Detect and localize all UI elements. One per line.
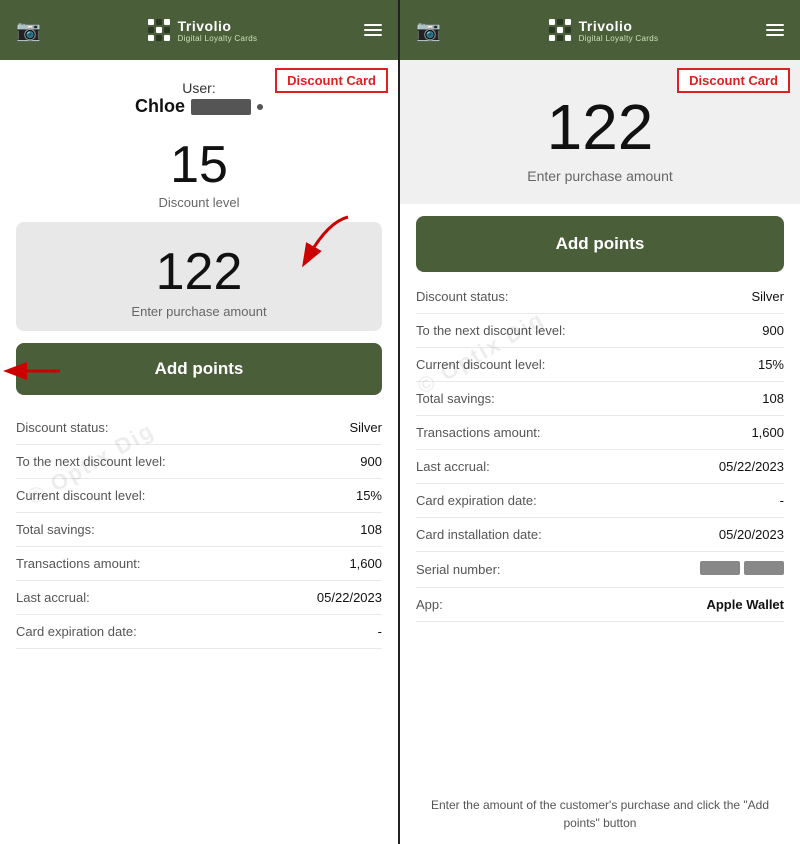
right-menu-button[interactable] <box>766 24 784 36</box>
info-row-value: - <box>780 493 784 508</box>
info-row-label: Discount status: <box>16 420 109 435</box>
right-logo: Trivolio Digital Loyalty Cards <box>549 18 659 43</box>
discount-level-value: 15 <box>0 127 398 195</box>
info-row: To the next discount level: 900 <box>16 445 382 479</box>
logo-text: Trivolio Digital Loyalty Cards <box>178 18 258 43</box>
info-row-label: Serial number: <box>416 562 501 577</box>
info-row-value: 05/20/2023 <box>719 527 784 542</box>
info-row-value: 15% <box>758 357 784 372</box>
info-row-value: 900 <box>762 323 784 338</box>
camera-icon: 📷 <box>16 18 41 43</box>
info-row-value: 05/22/2023 <box>719 459 784 474</box>
info-row-value: 108 <box>762 391 784 406</box>
right-logo-grid-icon <box>549 19 571 41</box>
info-row-label: Card expiration date: <box>16 624 137 639</box>
app-value: Apple Wallet <box>706 597 784 612</box>
add-points-section: Add points <box>0 343 398 411</box>
info-row: Total savings: 108 <box>16 513 382 547</box>
info-row-value <box>700 561 784 578</box>
info-row: Discount status: Silver <box>16 411 382 445</box>
info-row-value: 108 <box>360 522 382 537</box>
info-row-value: 1,600 <box>349 556 382 571</box>
add-points-button[interactable]: Add points <box>16 343 382 395</box>
info-row-label: Transactions amount: <box>16 556 141 571</box>
app-subtitle: Digital Loyalty Cards <box>178 34 258 43</box>
user-first-name: Chloe <box>135 96 185 117</box>
info-row-value: Apple Wallet <box>706 597 784 612</box>
logo: Trivolio Digital Loyalty Cards <box>148 18 258 43</box>
left-header: 📷 Trivolio Digital Loyalty Cards <box>0 0 398 60</box>
right-add-points-button[interactable]: Add points <box>416 216 784 272</box>
info-row-label: To the next discount level: <box>416 323 566 338</box>
info-row: Current discount level: 15% <box>416 348 784 382</box>
info-section: © Optix Dig Discount status: Silver To t… <box>0 411 398 844</box>
menu-button[interactable] <box>364 24 382 36</box>
info-row-label: Current discount level: <box>416 357 545 372</box>
info-row-value: Silver <box>349 420 382 435</box>
info-row: Last accrual: 05/22/2023 <box>416 450 784 484</box>
info-row-label: App: <box>416 597 443 612</box>
logo-grid-icon <box>148 19 170 41</box>
right-info-rows: Discount status: Silver To the next disc… <box>416 280 784 622</box>
info-row-label: Last accrual: <box>16 590 90 605</box>
right-amount-label: Enter purchase amount <box>424 168 776 184</box>
info-row: Current discount level: 15% <box>16 479 382 513</box>
discount-level-label: Discount level <box>0 195 398 210</box>
info-row-label: Discount status: <box>416 289 509 304</box>
info-row-label: Total savings: <box>16 522 95 537</box>
user-name: Chloe <box>24 96 374 117</box>
app-name: Trivolio <box>178 18 258 34</box>
info-row-label: Last accrual: <box>416 459 490 474</box>
info-row-label: Current discount level: <box>16 488 145 503</box>
info-row-label: Total savings: <box>416 391 495 406</box>
discount-badge: Discount Card <box>275 68 388 93</box>
info-row: Transactions amount: 1,600 <box>16 547 382 581</box>
amount-placeholder: Enter purchase amount <box>32 304 366 319</box>
footer-note: Enter the amount of the customer's purch… <box>400 784 800 844</box>
info-row-value: 15% <box>356 488 382 503</box>
info-row-label: Card installation date: <box>416 527 542 542</box>
arrow-annotation-2 <box>0 351 65 391</box>
info-row-label: To the next discount level: <box>16 454 166 469</box>
right-amount-value: 122 <box>424 90 776 164</box>
info-row: To the next discount level: 900 <box>416 314 784 348</box>
right-discount-badge: Discount Card <box>677 68 790 93</box>
info-row: Card installation date: 05/20/2023 <box>416 518 784 552</box>
amount-section: 122 Enter purchase amount <box>0 222 398 343</box>
right-header: 📷 Trivolio Digital Loyalty Cards <box>400 0 800 60</box>
info-row: App: Apple Wallet <box>416 588 784 622</box>
right-panel: 📷 Trivolio Digital Loyalty Cards Discoun… <box>400 0 800 844</box>
right-camera-icon: 📷 <box>416 18 441 43</box>
info-row: Discount status: Silver <box>416 280 784 314</box>
info-row: Card expiration date: - <box>16 615 382 649</box>
info-row-value: Silver <box>751 289 784 304</box>
info-row: Serial number: <box>416 552 784 588</box>
info-row-value: - <box>378 624 382 639</box>
info-row-value: 900 <box>360 454 382 469</box>
right-info-section: © Optix Dig Discount status: Silver To t… <box>400 280 800 784</box>
info-rows: Discount status: Silver To the next disc… <box>16 411 382 649</box>
info-row-label: Card expiration date: <box>416 493 537 508</box>
user-name-dot <box>257 104 263 110</box>
info-row: Transactions amount: 1,600 <box>416 416 784 450</box>
left-panel: 📷 Trivolio Digital Loyalty Cards Discoun… <box>0 0 400 844</box>
right-logo-text: Trivolio Digital Loyalty Cards <box>579 18 659 43</box>
info-row-label: Transactions amount: <box>416 425 541 440</box>
info-row: Card expiration date: - <box>416 484 784 518</box>
serial-number-blurred <box>700 561 784 575</box>
right-app-subtitle: Digital Loyalty Cards <box>579 34 659 43</box>
info-row: Total savings: 108 <box>416 382 784 416</box>
info-row-value: 1,600 <box>751 425 784 440</box>
info-row: Last accrual: 05/22/2023 <box>16 581 382 615</box>
info-row-value: 05/22/2023 <box>317 590 382 605</box>
user-name-blurred <box>191 99 251 115</box>
right-app-name: Trivolio <box>579 18 659 34</box>
arrow-annotation <box>278 212 358 272</box>
